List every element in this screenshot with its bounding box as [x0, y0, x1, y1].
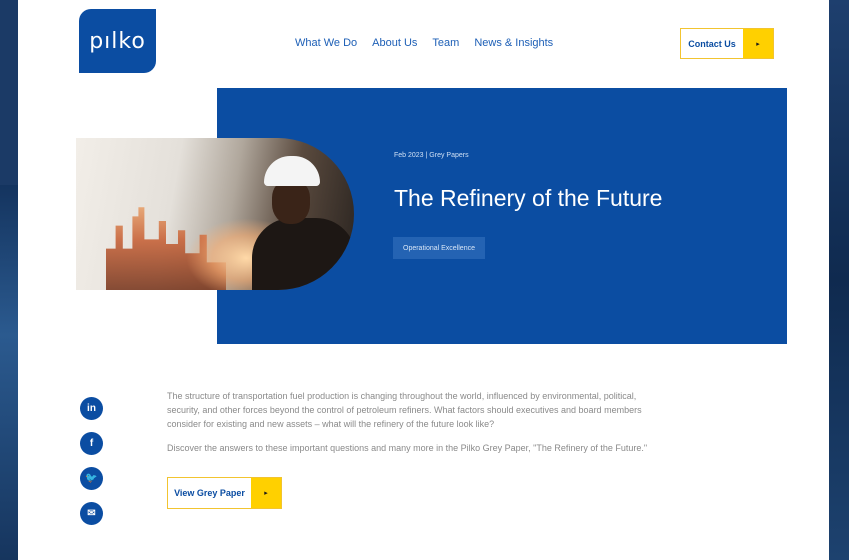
article-title: The Refinery of the Future — [394, 185, 663, 211]
nav-item-team[interactable]: Team — [432, 37, 459, 49]
pilko-logo[interactable]: pılko — [79, 9, 156, 73]
view-grey-paper-label: View Grey Paper — [174, 488, 245, 498]
nav-item-about-us[interactable]: About Us — [372, 37, 417, 49]
nav-item-news-insights[interactable]: News & Insights — [474, 37, 553, 49]
logo-text: pılko — [89, 28, 146, 54]
article-cta-paragraph: Discover the answers to these important … — [167, 443, 648, 453]
arrow-right-icon: ▸ — [251, 478, 281, 508]
arrow-right-icon: ▸ — [743, 29, 773, 58]
main-nav: What We Do About Us Team News & Insights — [295, 37, 553, 49]
engineer-figure — [246, 156, 354, 290]
contact-us-label: Contact Us — [688, 38, 736, 49]
email-icon[interactable]: ✉ — [80, 502, 103, 525]
view-grey-paper-button[interactable]: View Grey Paper ▸ — [167, 477, 282, 509]
hero-image-engineer-refinery — [76, 138, 354, 290]
linkedin-icon[interactable]: in — [80, 397, 103, 420]
background-left — [0, 185, 20, 560]
nav-item-what-we-do[interactable]: What We Do — [295, 37, 357, 49]
article-intro-paragraph: The structure of transportation fuel pro… — [167, 391, 642, 429]
category-tag[interactable]: Operational Excellence — [393, 237, 485, 259]
facebook-icon[interactable]: f — [80, 432, 103, 455]
article-meta: Feb 2023 | Grey Papers — [394, 152, 469, 159]
contact-us-button[interactable]: Contact Us ▸ — [680, 28, 774, 59]
twitter-icon[interactable]: 🐦 — [80, 467, 103, 490]
hard-hat-icon — [264, 156, 320, 186]
